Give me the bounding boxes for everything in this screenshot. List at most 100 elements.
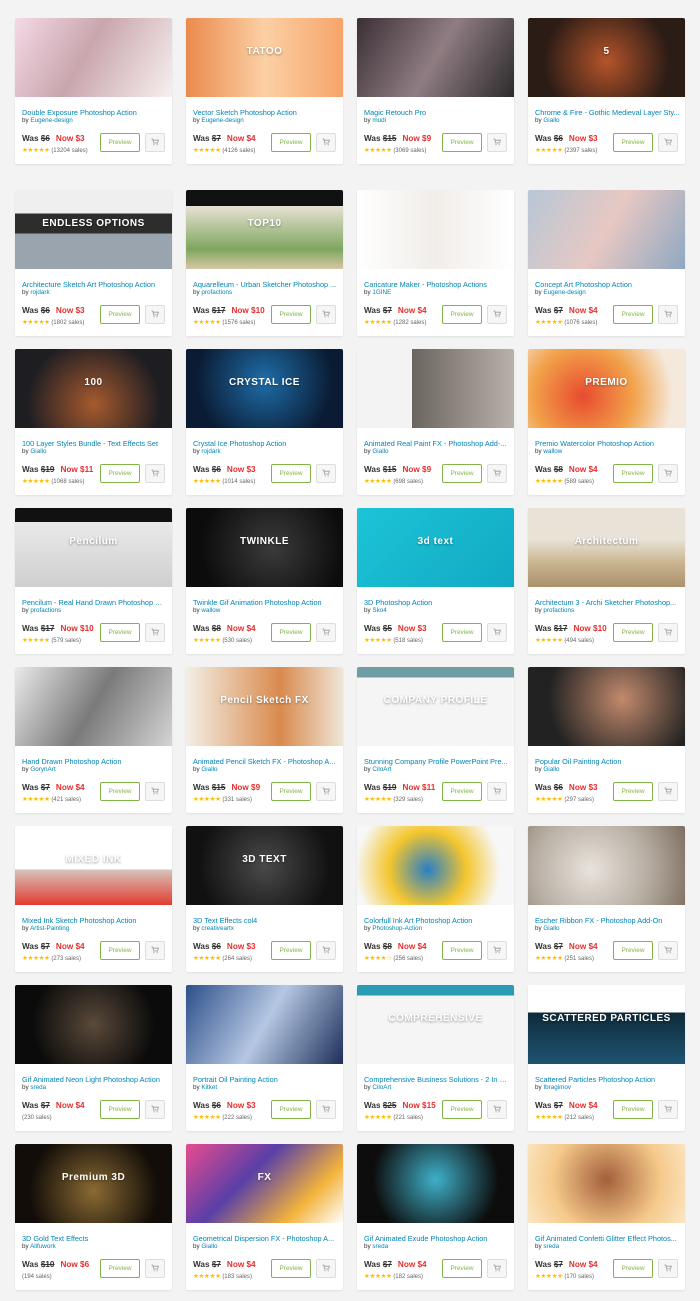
- author-link[interactable]: Giallo: [372, 448, 388, 455]
- add-to-cart-button[interactable]: [658, 1100, 678, 1119]
- product-thumbnail[interactable]: [528, 826, 685, 905]
- product-thumbnail[interactable]: [357, 349, 514, 428]
- add-to-cart-button[interactable]: [145, 1100, 165, 1119]
- product-thumbnail[interactable]: Pencil Sketch FX: [186, 667, 343, 746]
- product-title-link[interactable]: Geometrical Dispersion FX - Photoshop A.…: [193, 1234, 338, 1243]
- preview-button[interactable]: Preview: [613, 305, 653, 324]
- preview-button[interactable]: Preview: [271, 623, 311, 642]
- product-thumbnail[interactable]: [357, 1144, 514, 1223]
- preview-button[interactable]: Preview: [271, 941, 311, 960]
- add-to-cart-button[interactable]: [316, 623, 336, 642]
- product-thumbnail[interactable]: 3D TEXT: [186, 826, 343, 905]
- add-to-cart-button[interactable]: [316, 1100, 336, 1119]
- preview-button[interactable]: Preview: [442, 464, 482, 483]
- preview-button[interactable]: Preview: [100, 623, 140, 642]
- product-title-link[interactable]: Crystal Ice Photoshop Action: [193, 439, 338, 448]
- product-title-link[interactable]: Architectum 3 - Archi Sketcher Photoshop…: [535, 598, 680, 607]
- product-thumbnail[interactable]: [15, 18, 172, 97]
- product-thumbnail[interactable]: [528, 190, 685, 269]
- product-title-link[interactable]: 3D Text Effects col4: [193, 916, 338, 925]
- product-title-link[interactable]: Pencilum - Real Hand Drawn Photoshop Pl.…: [22, 598, 167, 607]
- product-title-link[interactable]: 100 Layer Styles Bundle - Text Effects S…: [22, 439, 167, 448]
- add-to-cart-button[interactable]: [316, 1259, 336, 1278]
- product-thumbnail[interactable]: [528, 667, 685, 746]
- product-title-link[interactable]: Chrome & Fire - Gothic Medieval Layer St…: [535, 108, 680, 117]
- product-title-link[interactable]: Comprehensive Business Solutions - 2 In …: [364, 1075, 509, 1084]
- add-to-cart-button[interactable]: [145, 1259, 165, 1278]
- author-link[interactable]: Eugene-design: [543, 289, 585, 296]
- preview-button[interactable]: Preview: [442, 782, 482, 801]
- add-to-cart-button[interactable]: [487, 623, 507, 642]
- product-title-link[interactable]: Magic Retouch Pro: [364, 108, 509, 117]
- add-to-cart-button[interactable]: [145, 133, 165, 152]
- product-title-link[interactable]: Caricature Maker - Photoshop Actions: [364, 280, 509, 289]
- product-thumbnail[interactable]: Architectum: [528, 508, 685, 587]
- add-to-cart-button[interactable]: [658, 305, 678, 324]
- product-title-link[interactable]: Aquarelleum - Urban Sketcher Photoshop .…: [193, 280, 338, 289]
- product-thumbnail[interactable]: PREMIO: [528, 349, 685, 428]
- author-link[interactable]: rojdark: [201, 448, 220, 455]
- preview-button[interactable]: Preview: [613, 782, 653, 801]
- add-to-cart-button[interactable]: [658, 133, 678, 152]
- author-link[interactable]: Eugene-design: [201, 117, 243, 124]
- preview-button[interactable]: Preview: [100, 941, 140, 960]
- preview-button[interactable]: Preview: [271, 782, 311, 801]
- author-link[interactable]: sreda: [372, 1243, 388, 1250]
- preview-button[interactable]: Preview: [271, 305, 311, 324]
- add-to-cart-button[interactable]: [487, 782, 507, 801]
- product-thumbnail[interactable]: Premium 3D: [15, 1144, 172, 1223]
- product-title-link[interactable]: 3D Photoshop Action: [364, 598, 509, 607]
- product-title-link[interactable]: Gif Animated Neon Light Photoshop Action: [22, 1075, 167, 1084]
- preview-button[interactable]: Preview: [271, 464, 311, 483]
- add-to-cart-button[interactable]: [487, 133, 507, 152]
- product-title-link[interactable]: Double Exposure Photoshop Action: [22, 108, 167, 117]
- add-to-cart-button[interactable]: [145, 305, 165, 324]
- preview-button[interactable]: Preview: [613, 464, 653, 483]
- preview-button[interactable]: Preview: [442, 305, 482, 324]
- add-to-cart-button[interactable]: [487, 941, 507, 960]
- preview-button[interactable]: Preview: [100, 1259, 140, 1278]
- author-link[interactable]: Sko4: [372, 607, 386, 614]
- add-to-cart-button[interactable]: [316, 133, 336, 152]
- preview-button[interactable]: Preview: [100, 1100, 140, 1119]
- product-thumbnail[interactable]: FX: [186, 1144, 343, 1223]
- preview-button[interactable]: Preview: [271, 133, 311, 152]
- product-thumbnail[interactable]: MIXED INK: [15, 826, 172, 905]
- product-thumbnail[interactable]: TWINKLE: [186, 508, 343, 587]
- product-thumbnail[interactable]: COMPREHENSIVE: [357, 985, 514, 1064]
- product-thumbnail[interactable]: 3d text: [357, 508, 514, 587]
- product-thumbnail[interactable]: CRYSTAL ICE: [186, 349, 343, 428]
- preview-button[interactable]: Preview: [100, 133, 140, 152]
- product-title-link[interactable]: Mixed Ink Sketch Photoshop Action: [22, 916, 167, 925]
- preview-button[interactable]: Preview: [613, 1100, 653, 1119]
- author-link[interactable]: GorynArt: [30, 766, 55, 773]
- product-thumbnail[interactable]: [357, 826, 514, 905]
- product-title-link[interactable]: Vector Sketch Photoshop Action: [193, 108, 338, 117]
- add-to-cart-button[interactable]: [658, 782, 678, 801]
- preview-button[interactable]: Preview: [613, 623, 653, 642]
- product-thumbnail[interactable]: [357, 18, 514, 97]
- author-link[interactable]: sreda: [543, 1243, 559, 1250]
- author-link[interactable]: CiloArt: [372, 766, 391, 773]
- preview-button[interactable]: Preview: [100, 305, 140, 324]
- product-thumbnail[interactable]: [357, 190, 514, 269]
- author-link[interactable]: 1GINE: [372, 289, 391, 296]
- author-link[interactable]: Kitket: [201, 1084, 217, 1091]
- author-link[interactable]: Photoshop-Action: [372, 925, 422, 932]
- preview-button[interactable]: Preview: [613, 1259, 653, 1278]
- product-thumbnail[interactable]: [186, 985, 343, 1064]
- author-link[interactable]: Giallo: [201, 766, 217, 773]
- product-thumbnail[interactable]: SCATTERED PARTICLES: [528, 985, 685, 1064]
- product-thumbnail[interactable]: 100: [15, 349, 172, 428]
- add-to-cart-button[interactable]: [316, 305, 336, 324]
- author-link[interactable]: rojdark: [30, 289, 49, 296]
- product-thumbnail[interactable]: TOP10: [186, 190, 343, 269]
- author-link[interactable]: Giallo: [543, 925, 559, 932]
- add-to-cart-button[interactable]: [487, 1259, 507, 1278]
- product-thumbnail[interactable]: ENDLESS OPTIONS: [15, 190, 172, 269]
- product-title-link[interactable]: Gif Animated Confetti Glitter Effect Pho…: [535, 1234, 680, 1243]
- add-to-cart-button[interactable]: [658, 941, 678, 960]
- add-to-cart-button[interactable]: [487, 464, 507, 483]
- product-title-link[interactable]: Animated Pencil Sketch FX - Photoshop A.…: [193, 757, 338, 766]
- author-link[interactable]: profactions: [30, 607, 61, 614]
